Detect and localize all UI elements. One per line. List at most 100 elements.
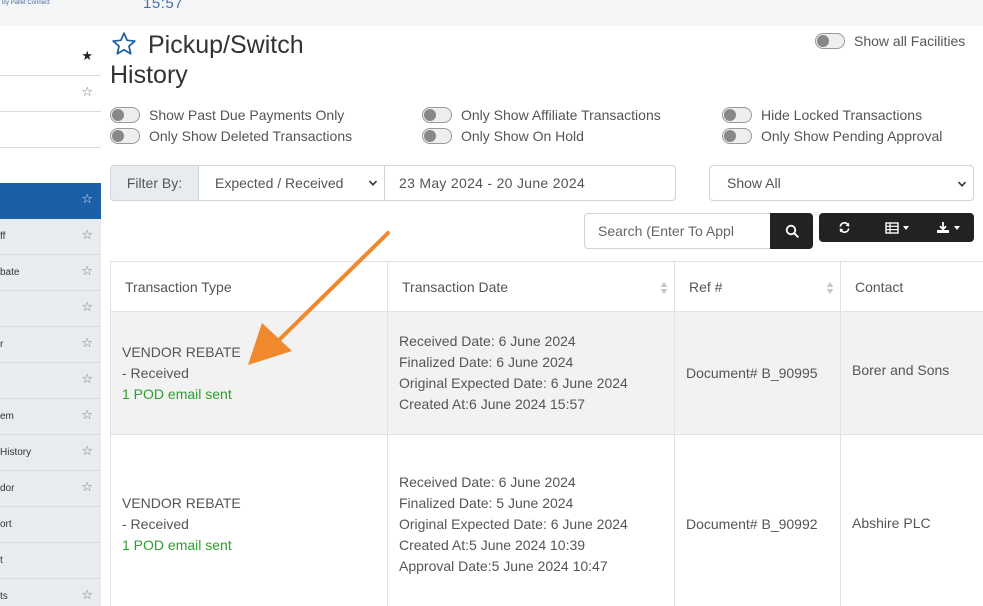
refresh-button[interactable] — [819, 213, 871, 242]
star-filled-icon[interactable]: ★ — [81, 49, 93, 62]
transaction-type-cell: VENDOR REBATE - Received 1 POD email sen… — [110, 434, 388, 606]
sidebar-item-14[interactable]: t — [0, 543, 101, 579]
sidebar-item-label: em — [0, 411, 14, 422]
pod-email-status: 1 POD email sent — [122, 385, 232, 402]
caret-down-icon — [954, 225, 961, 230]
toggle-label: Show Past Due Payments Only — [149, 107, 345, 123]
table-row[interactable]: VENDOR REBATE - Received 1 POD email sen… — [110, 434, 983, 606]
column-header-ref[interactable]: Ref # — [674, 261, 841, 312]
sidebar-item-label: ort — [0, 519, 12, 530]
sort-icon[interactable] — [660, 281, 668, 295]
clock-time: 15:57 — [143, 0, 184, 12]
toggle-switch[interactable] — [422, 128, 452, 144]
contact-name[interactable]: Borer and Sons — [852, 362, 949, 378]
sidebar-item-12[interactable]: dor ☆ — [0, 471, 101, 507]
sidebar-item-0[interactable]: ★ — [0, 40, 101, 76]
show-select-value: Show All — [727, 175, 781, 191]
contact-name[interactable]: Abshire PLC — [852, 515, 931, 531]
table-columns-icon — [884, 221, 899, 234]
star-icon[interactable]: ☆ — [81, 300, 93, 313]
star-icon[interactable]: ☆ — [81, 408, 93, 421]
date-range-input[interactable]: 23 May 2024 - 20 June 2024 — [385, 166, 675, 200]
sidebar-item-label: dor — [0, 483, 15, 494]
document-ref[interactable]: Document# B_90995 — [686, 365, 818, 381]
toggle-switch[interactable] — [110, 107, 140, 123]
sidebar-item-label: bate — [0, 267, 20, 278]
toggle-switch[interactable] — [422, 107, 452, 123]
document-ref[interactable]: Document# B_90992 — [686, 516, 818, 532]
sidebar-item-7[interactable]: ☆ — [0, 291, 101, 327]
star-icon[interactable]: ☆ — [81, 228, 93, 241]
filter-type-select[interactable]: Expected / Received — [199, 166, 385, 200]
toggle-label: Only Show Affiliate Transactions — [461, 107, 661, 123]
toggle-switch[interactable] — [815, 33, 845, 49]
column-header-label: Transaction Type — [125, 278, 232, 295]
column-header-label: Ref # — [689, 278, 723, 295]
sidebar: ★ ☆ ☆ ff ☆ bate ☆ ☆ r ☆ ☆ em ☆ History ☆ dor ☆… — [0, 26, 101, 606]
filter-label: Filter By: — [111, 166, 199, 200]
sidebar-item-9[interactable]: ☆ — [0, 363, 101, 399]
sidebar-item-5[interactable]: ff ☆ — [0, 219, 101, 255]
star-icon[interactable]: ☆ — [81, 480, 93, 493]
download-icon — [937, 222, 950, 233]
star-icon[interactable]: ☆ — [81, 372, 93, 385]
sidebar-item-2[interactable] — [0, 112, 101, 148]
sidebar-item-8[interactable]: r ☆ — [0, 327, 101, 363]
toggle-label: Only Show Pending Approval — [761, 128, 943, 144]
annotation-arrow-icon — [248, 231, 390, 365]
column-header-label: Contact — [855, 278, 904, 295]
transaction-type: VENDOR REBATE — [122, 495, 241, 511]
toggle-label: Only Show On Hold — [461, 128, 584, 144]
finalized-date: Finalized Date: 5 June 2024 — [399, 495, 574, 511]
show-all-facilities-toggle[interactable]: Show all Facilities — [815, 33, 965, 49]
original-expected-date: Original Expected Date: 6 June 2024 — [399, 516, 628, 532]
on-hold-toggle[interactable]: Only Show On Hold — [422, 128, 584, 144]
toggle-label: Hide Locked Transactions — [761, 107, 923, 123]
ref-cell: Document# B_90992 — [674, 434, 841, 606]
toggle-switch[interactable] — [722, 107, 752, 123]
toggle-switch[interactable] — [110, 128, 140, 144]
sidebar-item-1[interactable]: ☆ — [0, 76, 101, 112]
column-header-date[interactable]: Transaction Date — [387, 261, 675, 312]
sidebar-item-active[interactable]: ☆ — [0, 183, 101, 219]
columns-button[interactable] — [871, 213, 923, 242]
contact-cell: Borer and Sons — [840, 311, 983, 435]
sort-icon[interactable] — [826, 281, 834, 295]
finalized-date: Finalized Date: 6 June 2024 — [399, 354, 574, 370]
star-icon[interactable]: ☆ — [81, 264, 93, 277]
past-due-toggle[interactable]: Show Past Due Payments Only — [110, 107, 344, 123]
refresh-icon — [839, 222, 850, 233]
export-button[interactable] — [922, 213, 974, 242]
search-input[interactable]: Search (Enter To Appl — [584, 213, 771, 249]
star-icon[interactable]: ☆ — [81, 336, 93, 349]
search-icon — [785, 224, 799, 238]
star-icon[interactable]: ☆ — [81, 192, 93, 205]
sidebar-item-11[interactable]: History ☆ — [0, 435, 101, 471]
transaction-date-cell: Received Date: 6 June 2024 Finalized Dat… — [387, 311, 675, 435]
original-expected-date: Original Expected Date: 6 June 2024 — [399, 375, 628, 391]
toggle-label: Only Show Deleted Transactions — [149, 128, 353, 144]
top-bar: By Pallet Connect 15:57 — [0, 0, 983, 26]
toggle-label: Show all Facilities — [854, 33, 966, 49]
sidebar-item-15[interactable]: ts ☆ — [0, 579, 101, 606]
sidebar-item-label: t — [0, 555, 3, 566]
search-button[interactable] — [770, 213, 813, 249]
caret-down-icon — [902, 225, 909, 230]
column-header-label: Transaction Date — [402, 278, 509, 295]
pending-approval-toggle[interactable]: Only Show Pending Approval — [722, 128, 942, 144]
sidebar-item-6[interactable]: bate ☆ — [0, 255, 101, 291]
created-at: Created At:5 June 2024 10:39 — [399, 537, 586, 553]
toggle-switch[interactable] — [722, 128, 752, 144]
star-icon[interactable]: ☆ — [81, 444, 93, 457]
sidebar-item-3[interactable] — [0, 148, 101, 184]
affiliate-toggle[interactable]: Only Show Affiliate Transactions — [422, 107, 661, 123]
show-all-select[interactable]: Show All — [709, 165, 974, 201]
star-icon[interactable]: ☆ — [81, 85, 93, 98]
sidebar-item-13[interactable]: ort — [0, 507, 101, 543]
deleted-toggle[interactable]: Only Show Deleted Transactions — [110, 128, 352, 144]
brand-text: By Pallet Connect — [2, 0, 50, 6]
hide-locked-toggle[interactable]: Hide Locked Transactions — [722, 107, 922, 123]
star-icon[interactable]: ☆ — [81, 588, 93, 601]
sidebar-item-10[interactable]: em ☆ — [0, 399, 101, 435]
column-header-contact[interactable]: Contact — [840, 261, 983, 312]
